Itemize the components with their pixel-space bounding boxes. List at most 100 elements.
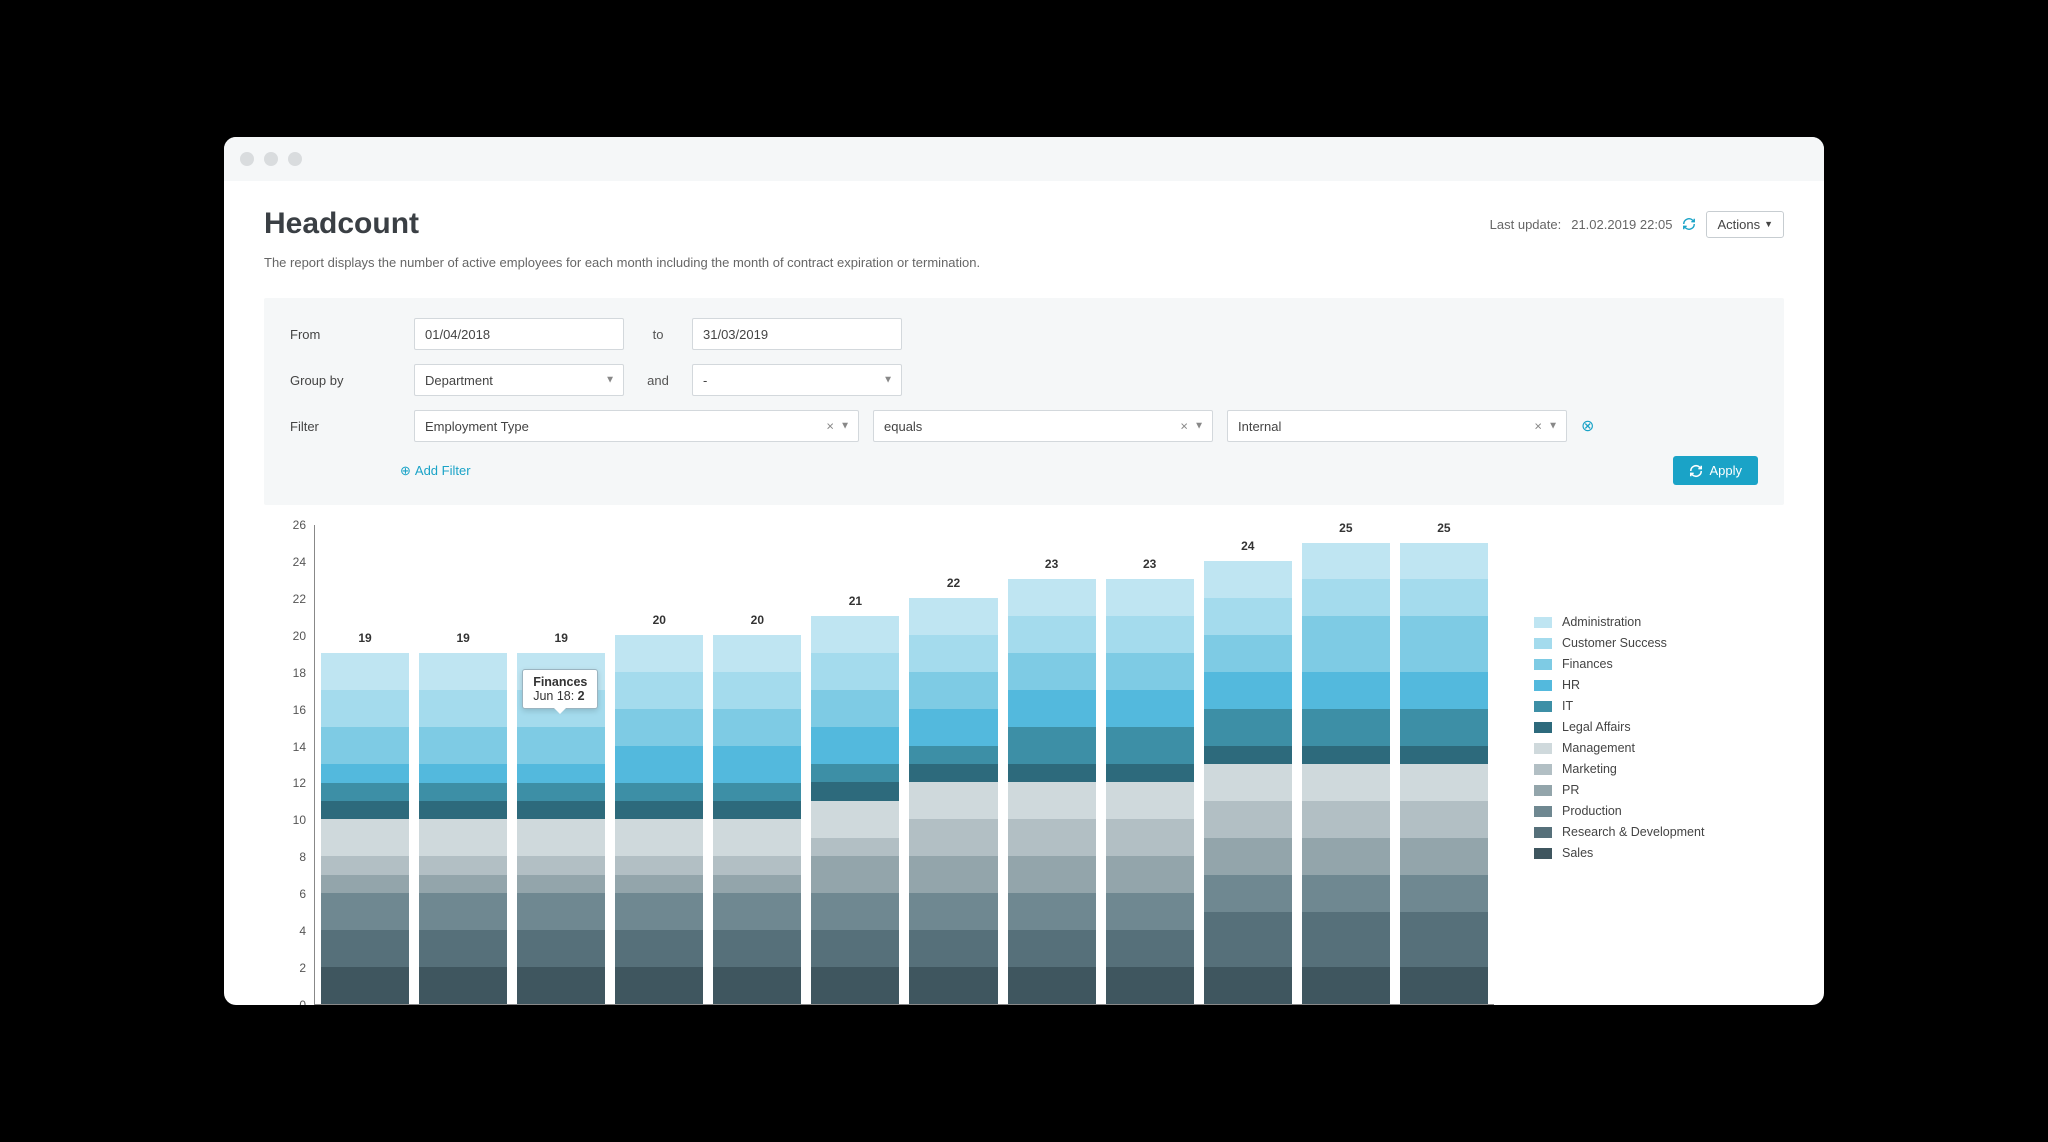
filter-value-select[interactable]: Internal × ▼	[1227, 410, 1567, 442]
bar-segment[interactable]	[419, 727, 507, 764]
bar-column[interactable]: 23	[1106, 579, 1194, 1004]
bar-segment[interactable]	[1400, 616, 1488, 671]
legend-item[interactable]: PR	[1534, 783, 1784, 797]
bar-segment[interactable]	[909, 709, 997, 746]
bar-column[interactable]: 20	[615, 635, 703, 1004]
bar-segment[interactable]	[321, 967, 409, 1004]
bar-segment[interactable]	[1302, 967, 1390, 1004]
bar-segment[interactable]	[713, 801, 801, 819]
bar-segment[interactable]	[1302, 543, 1390, 580]
bar-segment[interactable]	[811, 616, 899, 653]
bar-segment[interactable]	[1106, 579, 1194, 616]
bar-segment[interactable]	[517, 801, 605, 819]
legend-item[interactable]: Administration	[1534, 615, 1784, 629]
bar-segment[interactable]	[1008, 967, 1096, 1004]
bar-segment[interactable]	[1008, 727, 1096, 764]
bar-segment[interactable]	[909, 782, 997, 819]
bar-segment[interactable]	[419, 690, 507, 727]
bar-segment[interactable]	[1106, 967, 1194, 1004]
bar-segment[interactable]	[1008, 856, 1096, 893]
bar-segment[interactable]	[1204, 967, 1292, 1004]
legend-item[interactable]: Research & Development	[1534, 825, 1784, 839]
bar-segment[interactable]	[615, 875, 703, 893]
bar-segment[interactable]	[419, 875, 507, 893]
bar-segment[interactable]	[909, 672, 997, 709]
bar-segment[interactable]	[1106, 727, 1194, 764]
bar-segment[interactable]	[419, 653, 507, 690]
bar-segment[interactable]	[1302, 912, 1390, 967]
bar-segment[interactable]	[1302, 709, 1390, 746]
bar-segment[interactable]	[419, 856, 507, 874]
bar-segment[interactable]	[909, 635, 997, 672]
clear-icon[interactable]: ×	[1180, 419, 1188, 434]
from-date-input[interactable]	[414, 318, 624, 350]
bar-segment[interactable]	[1008, 782, 1096, 819]
bar-segment[interactable]	[811, 801, 899, 838]
bar-segment[interactable]	[909, 746, 997, 764]
stacked-bar-chart[interactable]: 191919202021222323242525FinancesJun 18: …	[314, 525, 1494, 1005]
bar-segment[interactable]	[321, 653, 409, 690]
bar-segment[interactable]	[321, 875, 409, 893]
bar-segment[interactable]	[1106, 819, 1194, 856]
bar-segment[interactable]	[909, 598, 997, 635]
legend-item[interactable]: Finances	[1534, 657, 1784, 671]
apply-button[interactable]: Apply	[1673, 456, 1758, 485]
bar-segment[interactable]	[517, 783, 605, 801]
bar-segment[interactable]	[713, 635, 801, 672]
bar-segment[interactable]	[321, 856, 409, 874]
bar-segment[interactable]	[517, 893, 605, 930]
bar-segment[interactable]	[615, 930, 703, 967]
bar-segment[interactable]	[321, 764, 409, 782]
bar-segment[interactable]	[713, 856, 801, 874]
bar-segment[interactable]	[419, 930, 507, 967]
bar-segment[interactable]	[1204, 746, 1292, 764]
bar-segment[interactable]	[1400, 709, 1488, 746]
bar-column[interactable]: 20	[713, 635, 801, 1004]
bar-segment[interactable]	[1204, 764, 1292, 801]
bar-segment[interactable]	[419, 783, 507, 801]
bar-segment[interactable]	[615, 635, 703, 672]
legend-item[interactable]: Production	[1534, 804, 1784, 818]
bar-segment[interactable]	[1400, 875, 1488, 912]
bar-segment[interactable]	[321, 690, 409, 727]
window-max-dot[interactable]	[288, 152, 302, 166]
bar-segment[interactable]	[1302, 801, 1390, 838]
bar-segment[interactable]	[1400, 672, 1488, 709]
legend-item[interactable]: Marketing	[1534, 762, 1784, 776]
bar-segment[interactable]	[1008, 819, 1096, 856]
bar-segment[interactable]	[1008, 893, 1096, 930]
bar-segment[interactable]	[321, 727, 409, 764]
bar-segment[interactable]	[615, 967, 703, 1004]
bar-segment[interactable]	[909, 930, 997, 967]
bar-segment[interactable]	[1008, 653, 1096, 690]
legend-item[interactable]: Customer Success	[1534, 636, 1784, 650]
bar-segment[interactable]	[1400, 912, 1488, 967]
bar-column[interactable]: 21	[811, 616, 899, 1004]
bar-segment[interactable]	[713, 967, 801, 1004]
bar-segment[interactable]	[1302, 875, 1390, 912]
bar-segment[interactable]	[909, 856, 997, 893]
bar-segment[interactable]	[1204, 801, 1292, 838]
bar-segment[interactable]	[811, 764, 899, 782]
bar-segment[interactable]	[1106, 690, 1194, 727]
bar-segment[interactable]	[321, 930, 409, 967]
bar-segment[interactable]	[811, 653, 899, 690]
bar-column[interactable]: 25	[1400, 543, 1488, 1005]
actions-dropdown[interactable]: Actions ▼	[1706, 211, 1784, 238]
bar-segment[interactable]	[615, 893, 703, 930]
clear-icon[interactable]: ×	[1534, 419, 1542, 434]
bar-segment[interactable]	[517, 764, 605, 782]
bar-segment[interactable]	[1204, 561, 1292, 598]
to-date-input[interactable]	[692, 318, 902, 350]
bar-segment[interactable]	[1302, 616, 1390, 671]
bar-segment[interactable]	[1106, 782, 1194, 819]
bar-segment[interactable]	[909, 893, 997, 930]
bar-segment[interactable]	[1106, 930, 1194, 967]
bar-segment[interactable]	[321, 893, 409, 930]
bar-segment[interactable]	[909, 764, 997, 782]
bar-segment[interactable]	[713, 930, 801, 967]
bar-segment[interactable]	[517, 856, 605, 874]
bar-segment[interactable]	[1302, 746, 1390, 764]
bar-segment[interactable]	[321, 783, 409, 801]
bar-segment[interactable]	[1106, 653, 1194, 690]
